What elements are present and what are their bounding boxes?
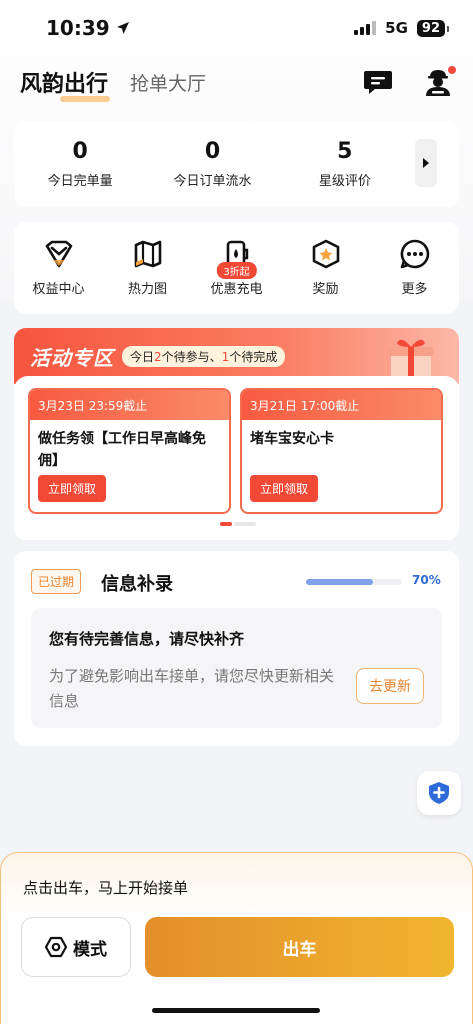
carousel-indicator (220, 522, 256, 526)
summary-prefix: 今日 (130, 349, 155, 364)
menu-item-heatmap[interactable]: 热力图 (103, 238, 192, 314)
info-supplement-card: 已过期 信息补录 70% 您有待完善信息，请尽快补齐 为了避免影响出车接单，请您… (14, 551, 459, 746)
mode-button[interactable]: 模式 (21, 917, 131, 977)
stat-label: 星级评价 (318, 174, 371, 189)
cellular-signal-icon (354, 21, 377, 35)
summary-mid: 个待参与、 (161, 349, 222, 364)
task-name: 堵车宝安心卡 (250, 431, 334, 447)
clock-text: 10:39 (46, 16, 110, 40)
task-name: 做任务领【工作日早高峰免佣】 (38, 431, 206, 469)
message-button[interactable] (363, 67, 393, 97)
activity-title: 活动专区 (30, 345, 114, 370)
notice-description: 为了避免影响出车接单，请您尽快更新相关信息 (49, 667, 335, 710)
progress-percent: 70% (412, 573, 441, 587)
menu-item-rewards[interactable]: 奖励 (281, 238, 370, 314)
progress-bar (306, 579, 402, 585)
task-deadline: 3月21日 17:00截止 (242, 390, 441, 420)
summary-suffix: 个待完成 (229, 349, 278, 364)
menu-label: 优惠充电 (210, 282, 263, 297)
menu-label: 奖励 (312, 282, 339, 297)
activity-summary[interactable]: 今日2个待参与、1个待完成 (122, 345, 286, 367)
carousel-dot (234, 522, 256, 526)
stat-value: 0 (204, 139, 221, 164)
message-icon (364, 71, 392, 94)
menu-item-more[interactable]: 更多 (370, 238, 459, 314)
menu-item-benefits[interactable]: 权益中心 (14, 238, 103, 314)
start-driving-panel: 点击出车，马上开始接单 模式 出车 (0, 852, 473, 1024)
stats-card: 0 今日完单量 0 今日订单流水 5 星级评价 (14, 121, 459, 207)
update-button[interactable]: 去更新 (356, 668, 424, 704)
more-dots-icon (400, 239, 429, 269)
status-time: 10:39 (46, 16, 130, 40)
info-title: 信息补录 (101, 574, 173, 595)
stat-label: 今日订单流水 (173, 174, 252, 189)
tab-fengyun-travel[interactable]: 风韵出行 (20, 66, 111, 102)
map-icon (134, 240, 161, 268)
activity-zone: 活动专区 今日2个待参与、1个待完成 3月23日 23:59截止 做任务领【工作… (14, 328, 459, 540)
notice-title: 您有待完善信息，请尽快补齐 (49, 630, 245, 648)
tab-order-hall[interactable]: 抢单大厅 (130, 69, 206, 96)
discount-badge: 3折起 (216, 262, 257, 279)
star-badge-icon (312, 239, 339, 269)
task-deadline: 3月23日 23:59截止 (30, 390, 229, 420)
gift-box-icon (388, 339, 434, 378)
home-indicator (152, 1008, 320, 1013)
hexagon-settings-icon (45, 936, 67, 958)
start-driving-button[interactable]: 出车 (145, 917, 454, 977)
chevron-right-icon (423, 158, 429, 168)
start-hint: 点击出车，马上开始接单 (23, 879, 189, 897)
menu-item-charging[interactable]: 3折起 优惠充电 (192, 238, 281, 314)
location-arrow-icon (116, 22, 129, 34)
notification-dot (448, 66, 456, 74)
task-card[interactable]: 3月21日 17:00截止 堵车宝安心卡 立即领取 (240, 388, 443, 514)
safety-button[interactable] (417, 771, 461, 815)
header: 风韵出行 抢单大厅 (20, 60, 456, 104)
status-bar: 10:39 5G 92 (0, 0, 473, 56)
network-type: 5G (385, 19, 408, 37)
crown-shield-icon (45, 240, 72, 268)
stat-revenue-today[interactable]: 0 今日订单流水 (146, 139, 278, 189)
stat-value: 0 (72, 139, 88, 164)
stat-orders-today[interactable]: 0 今日完单量 (14, 139, 146, 189)
mode-label: 模式 (73, 939, 107, 960)
progress-fill (306, 579, 374, 585)
quick-menu: 权益中心 热力图 3折起 优惠充电 奖励 更多 (14, 222, 459, 314)
stats-expand-button[interactable] (415, 139, 437, 187)
expired-badge: 已过期 (31, 569, 82, 594)
claim-now-button[interactable]: 立即领取 (250, 475, 319, 502)
shield-plus-icon (429, 782, 449, 804)
battery-indicator: 92 (416, 19, 450, 37)
pending-join-count: 2 (154, 349, 162, 364)
stat-star-rating[interactable]: 5 星级评价 (279, 139, 411, 189)
claim-now-button[interactable]: 立即领取 (38, 475, 107, 502)
menu-label: 权益中心 (32, 282, 85, 297)
stat-value: 5 (337, 139, 353, 164)
header-actions (363, 66, 456, 97)
activity-body: 3月23日 23:59截止 做任务领【工作日早高峰免佣】 立即领取 3月21日 … (14, 376, 459, 540)
task-card[interactable]: 3月23日 23:59截止 做任务领【工作日早高峰免佣】 立即领取 (28, 388, 231, 514)
profile-button[interactable] (423, 66, 456, 97)
menu-label: 更多 (401, 282, 428, 297)
carousel-dot-active (220, 522, 232, 526)
status-indicators: 5G 92 (354, 19, 450, 37)
menu-label: 热力图 (127, 282, 167, 297)
info-notice-box: 您有待完善信息，请尽快补齐 为了避免影响出车接单，请您尽快更新相关信息 去更新 (31, 608, 442, 728)
stat-label: 今日完单量 (47, 174, 113, 189)
